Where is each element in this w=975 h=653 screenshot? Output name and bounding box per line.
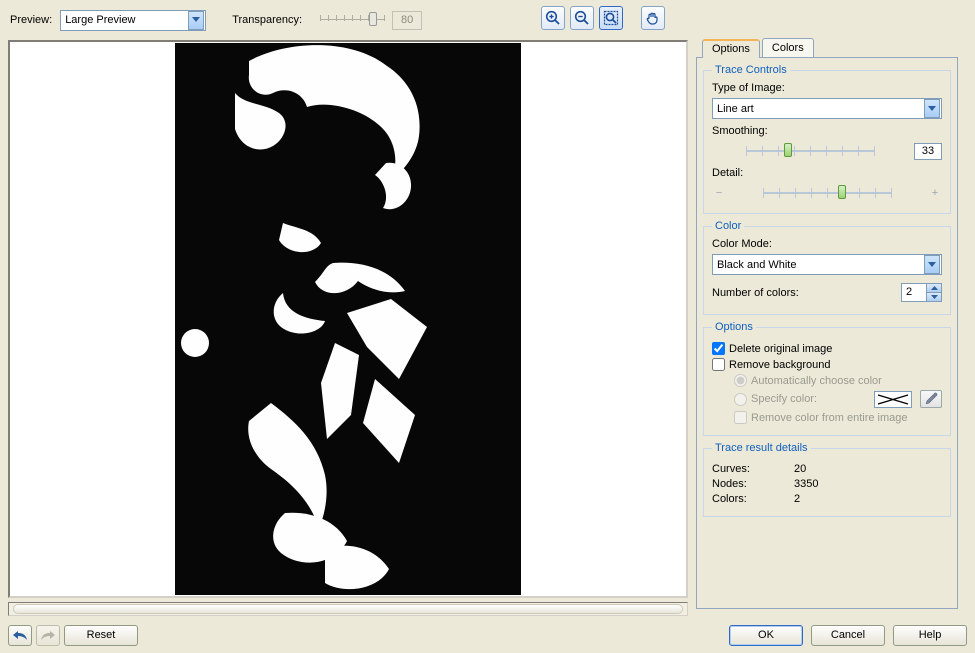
color-mode-label: Color Mode: bbox=[712, 238, 942, 250]
specify-color-row: Specify color: bbox=[734, 390, 942, 408]
help-button[interactable]: Help bbox=[893, 625, 967, 646]
remove-background-label: Remove background bbox=[729, 359, 831, 371]
number-of-colors-value: 2 bbox=[902, 284, 926, 301]
type-of-image-label: Type of Image: bbox=[712, 82, 942, 94]
specify-color-label: Specify color: bbox=[751, 393, 817, 405]
auto-choose-label: Automatically choose color bbox=[751, 375, 882, 387]
type-of-image-dropdown[interactable]: Line art bbox=[712, 98, 942, 119]
cancel-button[interactable]: Cancel bbox=[811, 625, 885, 646]
reset-button[interactable]: Reset bbox=[64, 625, 138, 646]
checkbox-input[interactable] bbox=[712, 358, 725, 371]
slider-thumb[interactable] bbox=[784, 143, 792, 157]
zoom-in-button[interactable] bbox=[541, 6, 565, 30]
nodes-label: Nodes: bbox=[712, 478, 794, 490]
toolbar: Preview: Large Preview Transparency: 80 bbox=[10, 6, 965, 34]
color-legend: Color bbox=[712, 220, 744, 232]
checkbox-input bbox=[734, 411, 747, 424]
smoothing-value[interactable]: 33 bbox=[914, 143, 942, 160]
smoothing-slider[interactable] bbox=[746, 141, 874, 161]
slider-thumb bbox=[369, 12, 377, 26]
spinner-down[interactable] bbox=[926, 293, 941, 301]
zoom-fit-button[interactable] bbox=[599, 6, 623, 30]
trace-controls-group: Trace Controls Type of Image: Line art S… bbox=[703, 64, 951, 214]
eyedropper-icon bbox=[920, 390, 942, 408]
chevron-down-icon bbox=[924, 255, 940, 274]
options-panel: Options Colors Trace Controls Type of Im… bbox=[696, 38, 958, 609]
detail-label: Detail: bbox=[712, 167, 942, 179]
checkbox-input[interactable] bbox=[712, 342, 725, 355]
preview-dropdown[interactable]: Large Preview bbox=[60, 10, 206, 31]
remove-background-checkbox[interactable]: Remove background bbox=[712, 358, 942, 371]
ok-button[interactable]: OK bbox=[729, 625, 803, 646]
detail-minus[interactable]: − bbox=[712, 187, 726, 199]
transparency-label: Transparency: bbox=[232, 14, 302, 26]
smoothing-label: Smoothing: bbox=[712, 125, 942, 137]
dialog-buttons: Reset OK Cancel Help bbox=[8, 623, 967, 647]
delete-original-checkbox[interactable]: Delete original image bbox=[712, 342, 942, 355]
detail-plus[interactable]: + bbox=[928, 187, 942, 199]
type-of-image-value: Line art bbox=[713, 101, 924, 117]
scrollbar-thumb[interactable] bbox=[13, 604, 683, 614]
number-of-colors-spinner[interactable]: 2 bbox=[901, 283, 942, 302]
delete-original-label: Delete original image bbox=[729, 343, 832, 355]
number-of-colors-label: Number of colors: bbox=[712, 287, 895, 299]
redo-button bbox=[36, 625, 60, 646]
transparency-value: 80 bbox=[392, 11, 422, 30]
color-group: Color Color Mode: Black and White Number… bbox=[703, 220, 951, 315]
preview-dropdown-value: Large Preview bbox=[61, 12, 188, 28]
auto-choose-radio: Automatically choose color bbox=[734, 374, 942, 387]
colors-label: Colors: bbox=[712, 493, 794, 505]
color-mode-dropdown[interactable]: Black and White bbox=[712, 254, 942, 275]
tab-colors[interactable]: Colors bbox=[762, 38, 814, 57]
transparency-slider bbox=[320, 11, 384, 29]
preview-scrollbar[interactable] bbox=[8, 602, 688, 616]
spinner-up[interactable] bbox=[926, 284, 941, 293]
undo-button[interactable] bbox=[8, 625, 32, 646]
preview-area[interactable] bbox=[8, 40, 688, 598]
color-mode-value: Black and White bbox=[713, 257, 924, 273]
remove-entire-checkbox: Remove color from entire image bbox=[734, 411, 942, 424]
curves-label: Curves: bbox=[712, 463, 794, 475]
options-legend: Options bbox=[712, 321, 756, 333]
chevron-down-icon bbox=[924, 99, 940, 118]
zoom-out-button[interactable] bbox=[570, 6, 594, 30]
colors-value: 2 bbox=[794, 493, 800, 505]
detail-slider[interactable] bbox=[763, 183, 891, 203]
curves-value: 20 bbox=[794, 463, 806, 475]
preview-image bbox=[175, 43, 521, 595]
options-group: Options Delete original image Remove bac… bbox=[703, 321, 951, 436]
trace-result-legend: Trace result details bbox=[712, 442, 811, 454]
trace-result-group: Trace result details Curves:20 Nodes:335… bbox=[703, 442, 951, 517]
remove-entire-label: Remove color from entire image bbox=[751, 412, 908, 424]
tab-options[interactable]: Options bbox=[702, 39, 760, 58]
radio-input bbox=[734, 374, 747, 387]
pan-hand-button[interactable] bbox=[641, 6, 665, 30]
trace-controls-legend: Trace Controls bbox=[712, 64, 790, 76]
chevron-down-icon bbox=[188, 11, 204, 30]
radio-input bbox=[734, 393, 747, 406]
nodes-value: 3350 bbox=[794, 478, 818, 490]
slider-thumb[interactable] bbox=[838, 185, 846, 199]
specify-color-swatch bbox=[874, 391, 912, 408]
preview-label: Preview: bbox=[10, 14, 52, 26]
